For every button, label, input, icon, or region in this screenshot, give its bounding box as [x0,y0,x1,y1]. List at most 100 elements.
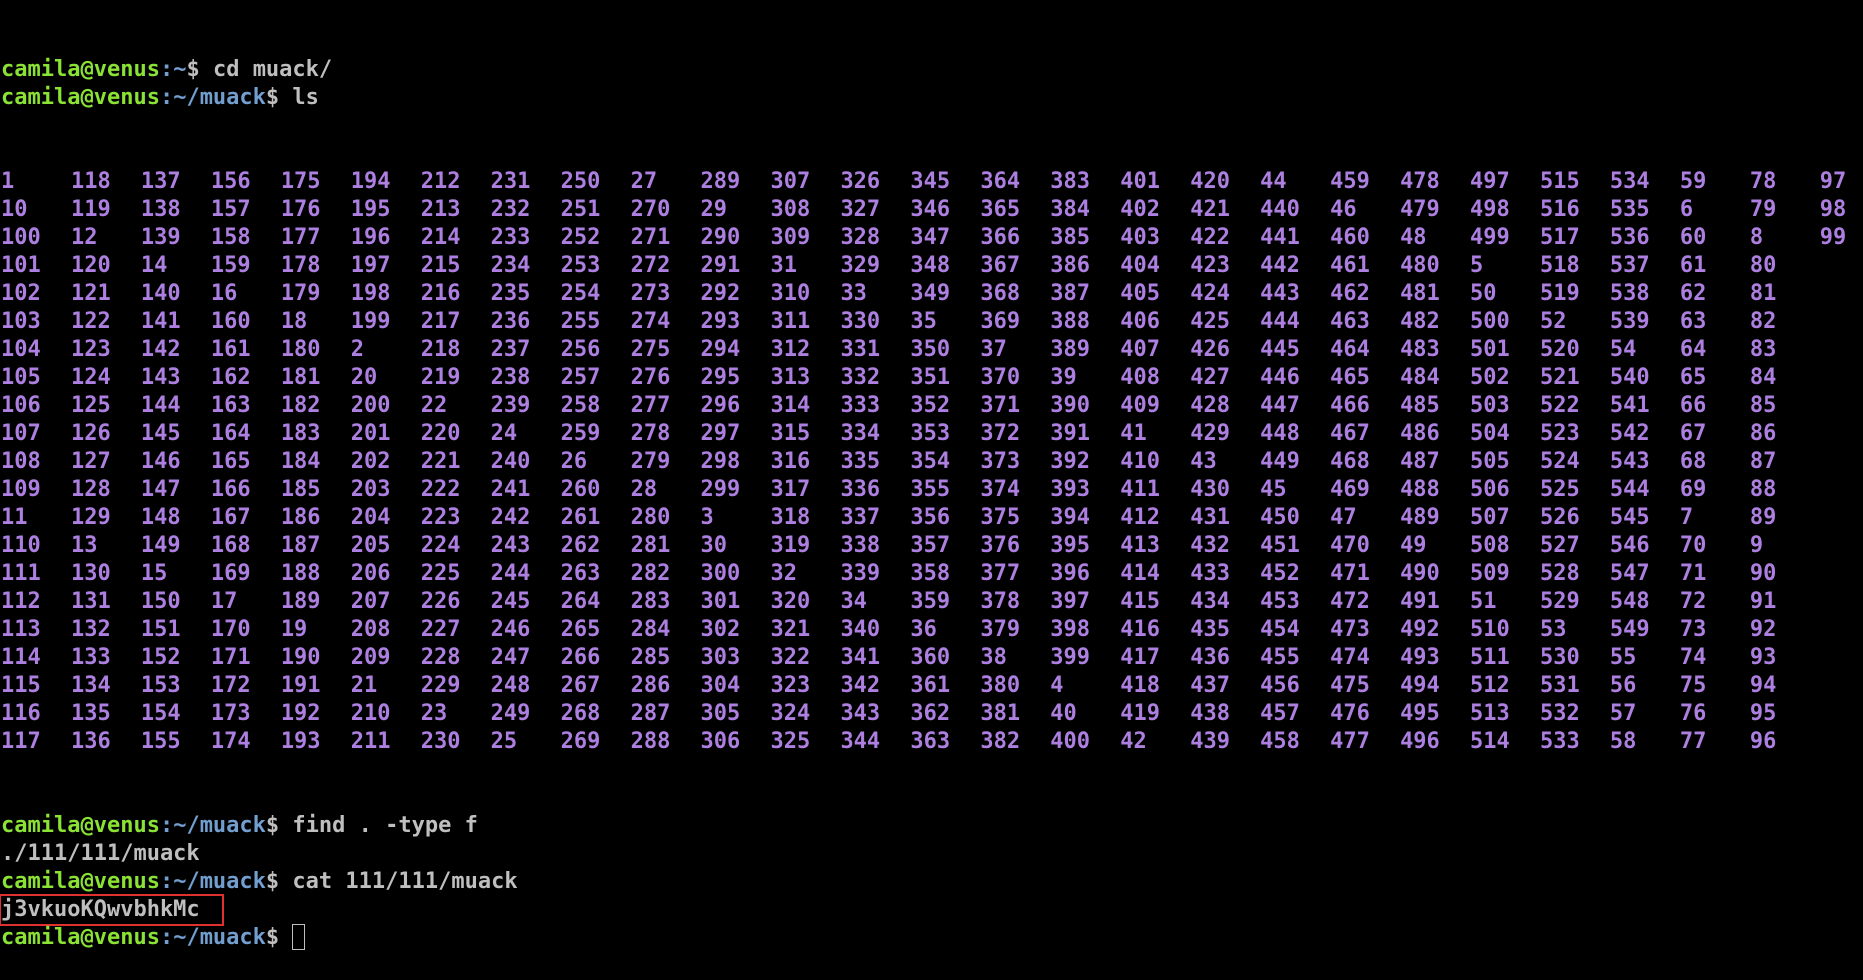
ls-entry: 544 [1609,477,1650,502]
ls-entry: 170 [210,617,251,642]
ls-entry: 532 [1539,701,1580,726]
ls-entry: 403 [1120,225,1160,250]
ls-entry: 406 [1120,309,1160,334]
ls-entry: 533 [1539,729,1580,754]
ls-entry: 268 [560,701,601,726]
ls-entry: 84 [1749,365,1777,390]
ls-entry: 81 [1749,281,1777,306]
ls-entry: 22 [420,393,448,418]
ls-entry: 178 [280,253,321,278]
ls-entry: 247 [490,645,531,670]
ls-entry: 238 [490,365,531,390]
ls-entry: 221 [420,449,461,474]
ls-entry: 304 [700,673,741,698]
ls-entry: 362 [910,701,951,726]
ls-entry [1820,616,1863,644]
ls-entry: 144 [140,393,181,418]
ls-entry: 455 [1260,645,1300,670]
ls-entry: 441 [1260,225,1300,250]
prompt-path: :~/muack [159,813,266,838]
ls-entry: 209 [350,645,391,670]
ls-entry: 46 [1330,197,1357,222]
terminal-history-bottom: camila@venus:~/muack$ find . -type f ./11… [0,812,1863,952]
ls-entry: 56 [1609,673,1637,698]
ls-entry: 329 [840,253,881,278]
ls-entry: 169 [210,561,251,586]
ls-entry: 189 [280,589,321,614]
ls-entry: 305 [700,701,741,726]
command-text: find . -type f [292,813,478,838]
ls-entry: 279 [630,449,671,474]
ls-entry: 80 [1749,253,1777,278]
ls-entry: 461 [1330,253,1370,278]
ls-entry: 499 [1470,225,1510,250]
ls-entry: 219 [420,365,461,390]
ls-entry: 264 [560,589,601,614]
ls-entry: 436 [1190,645,1230,670]
ls-entry: 69 [1679,477,1707,502]
ls-entry: 90 [1749,561,1777,586]
prompt-line: camila@venus:~/muack$ find . -type f [1,812,1863,840]
terminal-window[interactable]: camila@venus:~$ cd muack/camila@venus:~/… [0,0,1863,950]
ls-entry: 514 [1470,729,1510,754]
ls-entry: 386 [1050,253,1091,278]
ls-entry: 283 [630,589,671,614]
ls-entry: 485 [1400,393,1440,418]
ls-entry: 228 [420,645,461,670]
ls-entry: 120 [70,253,111,278]
ls-entry: 287 [630,701,671,726]
ls-entry: 415 [1120,589,1160,614]
ls-entry: 289 [700,169,741,194]
ls-entry [1820,476,1863,504]
ls-entry: 29 [700,197,728,222]
ls-entry: 74 [1679,645,1707,670]
ls-entry: 150 [140,589,181,614]
ls-entry: 133 [70,645,111,670]
ls-entry: 353 [910,421,951,446]
ls-entry: 216 [420,281,461,306]
ls-entry: 235 [490,281,531,306]
ls-entry: 109 [1,477,41,502]
ls-entry: 108 [1,449,41,474]
command-output-line: ./111/111/muack [1,840,1863,868]
ls-entry: 79 [1749,197,1777,222]
ls-entry: 175 [280,169,321,194]
red-highlight-box: j3vkuoKQwvbhkMc [0,894,224,926]
ls-entry: 66 [1679,393,1707,418]
ls-entry: 165 [210,449,251,474]
ls-entry: 477 [1330,729,1370,754]
ls-entry: 322 [770,645,811,670]
ls-entry: 192 [280,701,321,726]
ls-entry: 271 [630,225,671,250]
ls-entry [1820,504,1863,532]
ls-entry: 237 [490,337,531,362]
prompt-path: :~/muack [159,85,266,110]
ls-entry: 267 [560,673,601,698]
ls-entry: 63 [1679,309,1707,334]
ls-entry: 464 [1330,337,1370,362]
ls-entry: 526 [1539,505,1580,530]
ls-entry: 484 [1400,365,1440,390]
text-cursor[interactable] [292,924,306,950]
ls-entry: 282 [630,561,671,586]
ls-entry: 463 [1330,309,1370,334]
ls-entry: 102 [1,281,41,306]
ls-entry [1820,560,1863,588]
ls-entry: 255 [560,309,601,334]
ls-entry: 39 [1050,365,1077,390]
ls-entry: 30 [700,533,728,558]
prompt-line[interactable]: camila@venus:~/muack$ [1,924,1863,952]
ls-entry: 9 [1749,533,1764,558]
ls-entry: 361 [910,673,951,698]
ls-entry: 115 [1,673,41,698]
ls-entry: 432 [1190,533,1230,558]
ls-entry: 94 [1749,673,1777,698]
ls-entry: 121 [70,281,111,306]
ls-entry: 337 [840,505,881,530]
ls-entry: 338 [840,533,881,558]
ls-entry: 410 [1120,449,1160,474]
ls-entry: 420 [1190,169,1230,194]
ls-entry: 425 [1190,309,1230,334]
ls-entry: 214 [420,225,461,250]
ls-entry: 223 [420,505,461,530]
